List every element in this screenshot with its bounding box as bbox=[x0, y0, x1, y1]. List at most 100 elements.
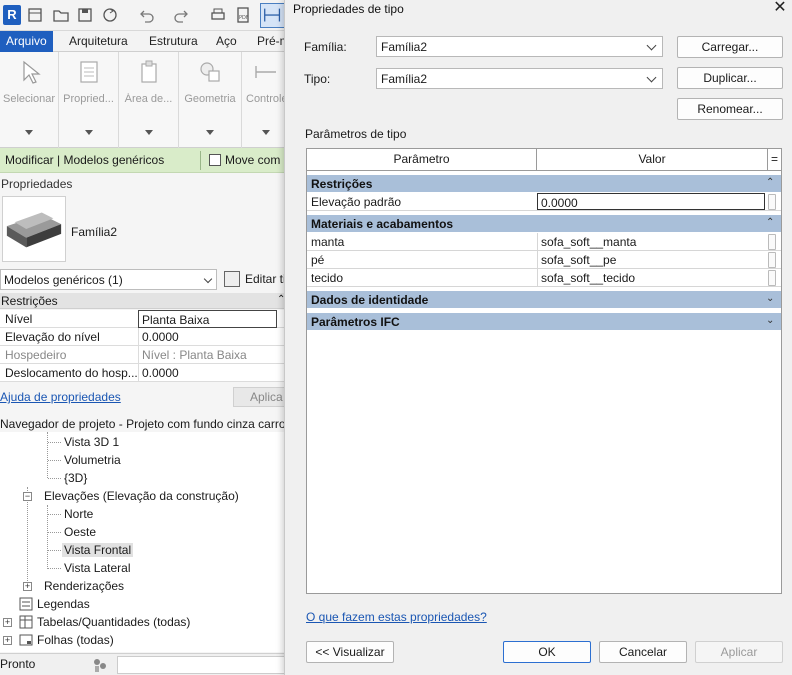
tree-item-schedules[interactable]: Tabelas/Quantidades (todas) bbox=[19, 613, 190, 631]
apply-button[interactable]: Aplicar bbox=[695, 641, 783, 663]
parameter-row[interactable]: pé sofa_soft__pe bbox=[307, 251, 781, 269]
value-cell[interactable]: sofa_soft__tecido bbox=[537, 269, 768, 287]
grid-header: Parâmetro Valor = bbox=[307, 149, 781, 171]
parameter-row[interactable]: manta sofa_soft__manta bbox=[307, 233, 781, 251]
type-selector[interactable]: Modelos genéricos (1) bbox=[0, 269, 217, 290]
ok-button[interactable]: OK bbox=[503, 641, 591, 663]
save-icon[interactable] bbox=[76, 6, 94, 24]
edit-type-icon bbox=[224, 271, 240, 287]
properties-help-row: Ajuda de propriedades Aplica bbox=[0, 387, 290, 409]
collapse-icon[interactable]: ⌃ bbox=[766, 176, 774, 190]
type-select[interactable]: Família2 bbox=[376, 68, 663, 89]
value-cell[interactable]: sofa_soft__manta bbox=[537, 233, 768, 251]
formula-cell[interactable] bbox=[768, 252, 776, 268]
revit-logo[interactable]: R bbox=[3, 5, 21, 25]
dropdown-arrow-icon bbox=[206, 130, 214, 135]
expand-toggle-icon[interactable]: + bbox=[23, 582, 32, 591]
group-header-parametros-ifc[interactable]: Parâmetros IFC ⌄ bbox=[307, 313, 781, 331]
tab-arquivo[interactable]: Arquivo bbox=[0, 31, 53, 52]
tree-item[interactable]: Volumetria bbox=[64, 451, 121, 469]
collapse-toggle-icon[interactable]: − bbox=[23, 492, 32, 501]
move-with-checkbox[interactable] bbox=[209, 154, 221, 166]
tab-arquitetura[interactable]: Arquitetura bbox=[69, 31, 128, 52]
print-icon[interactable] bbox=[209, 6, 227, 24]
load-button[interactable]: Carregar... bbox=[677, 36, 783, 58]
property-row[interactable]: Elevação do nível 0.0000 bbox=[0, 328, 290, 346]
family-thumbnail bbox=[2, 196, 66, 262]
edit-type-button[interactable]: Editar ti bbox=[222, 269, 290, 290]
pdf-export-icon[interactable]: PDF bbox=[234, 6, 252, 24]
undo-icon[interactable] bbox=[137, 6, 155, 24]
property-row[interactable]: Hospedeiro Nível : Planta Baixa bbox=[0, 346, 290, 364]
property-row[interactable]: Nível Planta Baixa bbox=[0, 310, 290, 328]
group-header-restricoes[interactable]: Restrições ⌃ bbox=[307, 175, 781, 193]
value-input[interactable]: 0.0000 bbox=[537, 193, 765, 210]
project-browser-tree: Vista 3D 1 Volumetria {3D} − Elevações (… bbox=[0, 432, 290, 652]
geometry-button[interactable]: Geometria bbox=[179, 52, 242, 148]
tab-aco[interactable]: Aço bbox=[216, 31, 237, 52]
parameter-row[interactable]: Elevação padrão 0.0000 bbox=[307, 193, 781, 211]
ribbon-panel: Selecionar Propried... Área de... Geomet… bbox=[0, 52, 290, 148]
expand-icon[interactable]: ⌄ bbox=[766, 292, 774, 306]
value-cell[interactable]: sofa_soft__pe bbox=[537, 251, 768, 269]
properties-button[interactable]: Propried... bbox=[59, 52, 119, 148]
tree-item[interactable]: {3D} bbox=[64, 469, 87, 487]
cancel-button[interactable]: Cancelar bbox=[599, 641, 687, 663]
column-header-value[interactable]: Valor bbox=[537, 149, 768, 171]
tab-estrutura[interactable]: Estrutura bbox=[149, 31, 198, 52]
parameter-row[interactable]: tecido sofa_soft__tecido bbox=[307, 269, 781, 287]
tree-item[interactable]: Norte bbox=[64, 505, 93, 523]
property-row[interactable]: Deslocamento do hosp... 0.0000 bbox=[0, 364, 290, 382]
tree-item-legends[interactable]: Legendas bbox=[19, 595, 90, 613]
home-icon[interactable] bbox=[26, 6, 44, 24]
properties-help-link[interactable]: Ajuda de propriedades bbox=[0, 390, 121, 404]
collapse-icon[interactable]: ⌃ bbox=[766, 216, 774, 230]
open-folder-icon[interactable] bbox=[52, 6, 70, 24]
group-header-materiais[interactable]: Materiais e acabamentos ⌃ bbox=[307, 215, 781, 233]
expand-icon[interactable]: ⌄ bbox=[766, 314, 774, 328]
tree-item-renders[interactable]: Renderizações bbox=[44, 577, 124, 595]
tree-item-selected[interactable]: Vista Frontal bbox=[62, 541, 134, 559]
tree-item[interactable]: Vista 3D 1 bbox=[64, 433, 119, 451]
expand-toggle-icon[interactable]: + bbox=[3, 636, 12, 645]
formula-cell[interactable] bbox=[768, 194, 776, 210]
apply-button[interactable]: Aplica bbox=[233, 387, 290, 407]
control-icon bbox=[252, 58, 280, 86]
rename-button[interactable]: Renomear... bbox=[677, 98, 783, 120]
redo-icon[interactable] bbox=[173, 6, 191, 24]
formula-cell[interactable] bbox=[768, 234, 776, 250]
modify-context-bar: Modificar | Modelos genéricos Move com bbox=[0, 148, 290, 173]
geometry-icon bbox=[196, 58, 224, 86]
close-icon[interactable]: ✕ bbox=[769, 0, 791, 19]
tree-item[interactable]: Oeste bbox=[64, 523, 96, 541]
group-header-dados-identidade[interactable]: Dados de identidade ⌄ bbox=[307, 291, 781, 309]
type-label: Tipo: bbox=[304, 72, 331, 86]
preview-button[interactable]: << Visualizar bbox=[306, 641, 394, 663]
column-header-formula[interactable]: = bbox=[768, 149, 781, 171]
measure-tool-icon[interactable] bbox=[260, 3, 286, 28]
dropdown-arrow-icon bbox=[262, 130, 270, 135]
family-select[interactable]: Família2 bbox=[376, 36, 663, 57]
tree-item-elevations[interactable]: Elevações (Elevação da construção) bbox=[44, 487, 239, 505]
sync-icon[interactable] bbox=[101, 6, 119, 24]
status-bar: Pronto bbox=[0, 653, 290, 675]
chevron-down-icon bbox=[203, 274, 213, 284]
duplicate-button[interactable]: Duplicar... bbox=[677, 67, 783, 89]
properties-help-link[interactable]: O que fazem estas propriedades? bbox=[306, 610, 487, 624]
formula-cell[interactable] bbox=[768, 270, 776, 286]
tree-item-sheets[interactable]: Folhas (todas) bbox=[19, 631, 114, 649]
clipboard-button[interactable]: Área de... bbox=[119, 52, 179, 148]
select-button[interactable]: Selecionar bbox=[0, 52, 59, 148]
control-button[interactable]: Controle bbox=[242, 52, 290, 148]
dropdown-arrow-icon bbox=[84, 130, 93, 135]
type-parameters-grid: Parâmetro Valor = Restrições ⌃ Elevação … bbox=[306, 148, 782, 594]
cursor-icon bbox=[15, 58, 43, 86]
expand-toggle-icon[interactable]: + bbox=[3, 618, 12, 627]
tree-item[interactable]: Vista Lateral bbox=[64, 559, 131, 577]
ribbon-tabs: Arquivo Arquitetura Estrutura Aço Pré-m bbox=[0, 31, 290, 52]
worksets-icon[interactable] bbox=[92, 657, 108, 673]
properties-section-header[interactable]: Restrições ⌃ bbox=[0, 293, 290, 309]
column-header-parameter[interactable]: Parâmetro bbox=[307, 149, 537, 171]
status-field[interactable] bbox=[117, 656, 290, 674]
chevron-down-icon bbox=[646, 40, 657, 51]
